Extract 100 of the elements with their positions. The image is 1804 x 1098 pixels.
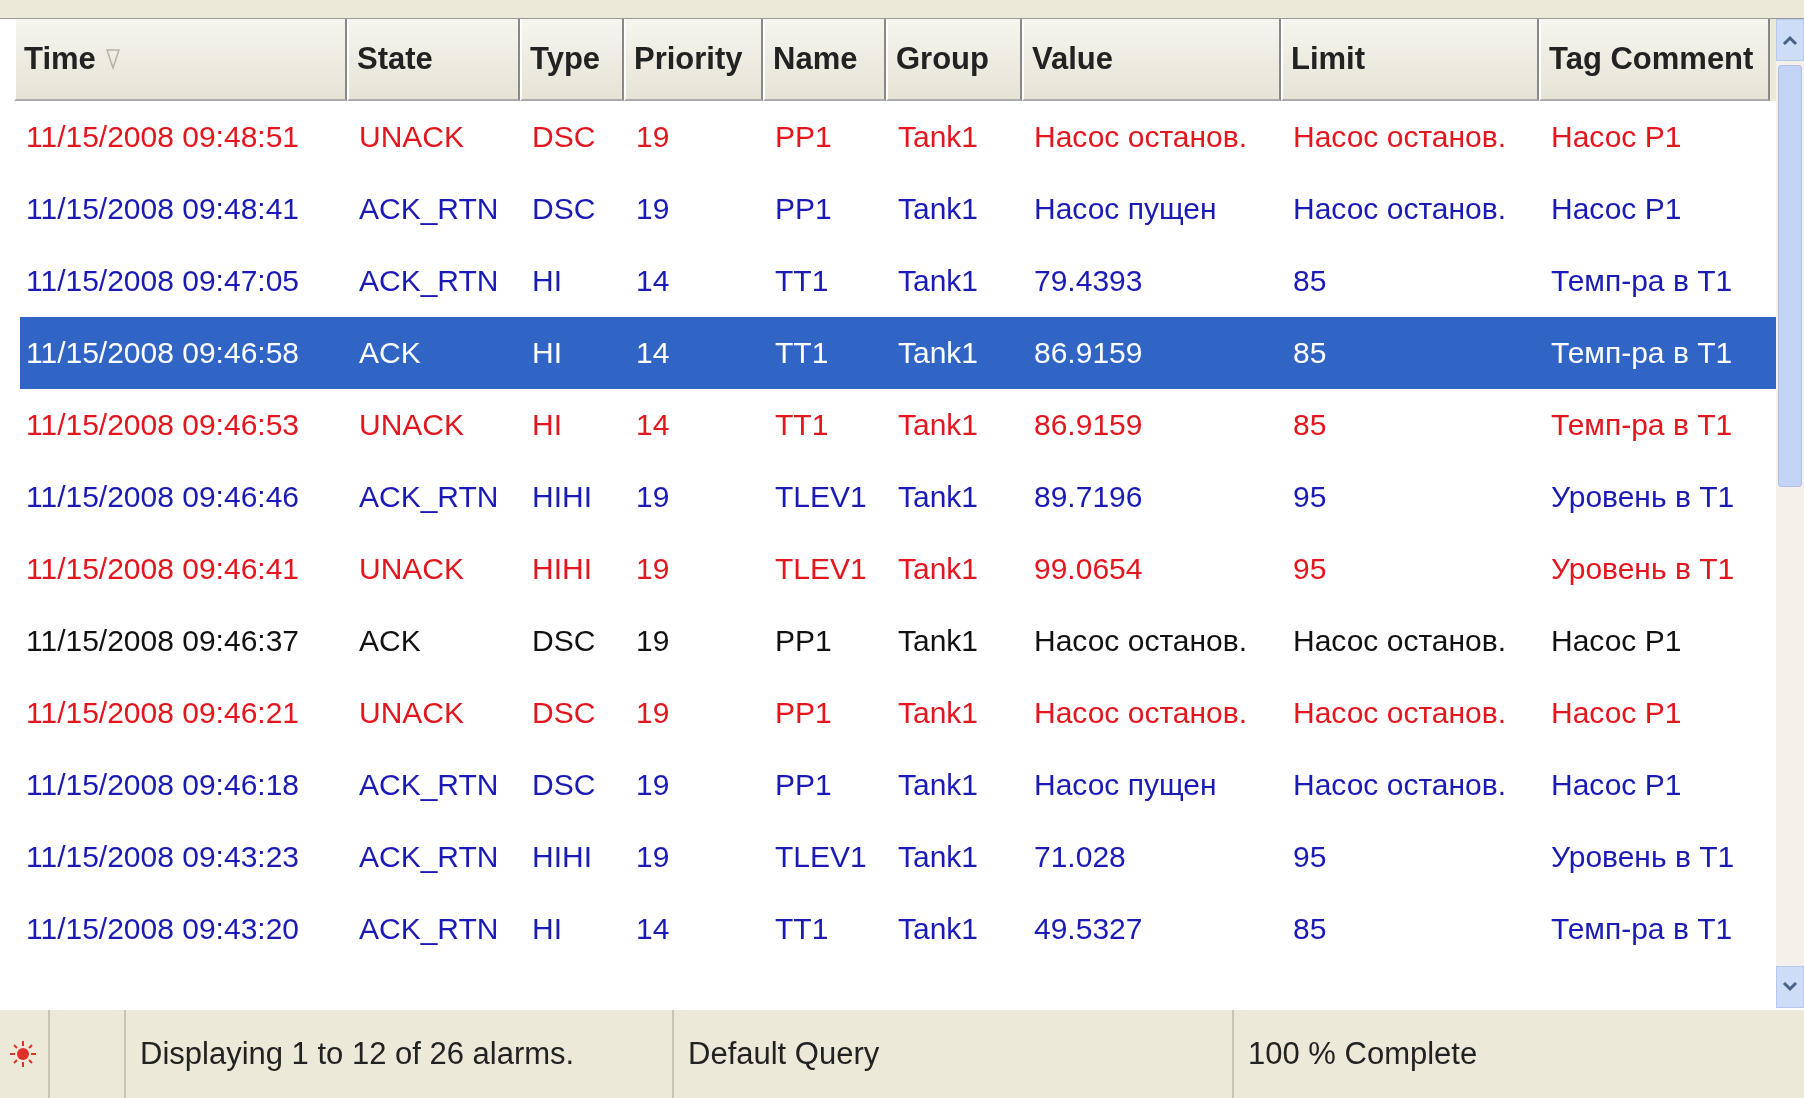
table-cell-text: TT1 [774, 408, 830, 442]
table-cell-text: 19 [635, 696, 671, 730]
table-cell-text: TT1 [774, 336, 830, 370]
table-cell-text: 11/15/2008 09:46:21 [25, 696, 301, 730]
table-cell-text: 49.5327 [1033, 912, 1144, 946]
table-cell-text: HI [531, 336, 563, 370]
table-cell-text: HI [531, 912, 563, 946]
table-cell-text: 95 [1292, 480, 1328, 514]
column-header[interactable]: Priority [624, 19, 763, 101]
table-cell-text: 11/15/2008 09:46:18 [25, 768, 301, 802]
table-cell-text: UNACK [358, 696, 465, 730]
alarm-row[interactable]: 11/15/2008 09:46:46 ACK_RTN HIHI 19 TLEV1 Tank1 89.7196 95 Уровень в T1 [20, 461, 1776, 533]
table-cell-text: ACK_RTN [358, 912, 500, 946]
table-cell-text: 19 [635, 624, 671, 658]
table-cell-text: 14 [635, 264, 671, 298]
table-cell-text: UNACK [358, 120, 465, 154]
column-header[interactable]: Type [520, 19, 624, 101]
table-cell-text: PP1 [774, 624, 833, 658]
table-cell-text: TLEV1 [774, 480, 868, 514]
table-cell-text: Насос останов. [1033, 696, 1248, 730]
progress-text: 100 % Complete [1248, 1036, 1478, 1072]
table-cell-text: 14 [635, 408, 671, 442]
table-cell-text: Tank1 [897, 624, 980, 658]
table-cell-text: 11/15/2008 09:46:41 [25, 552, 301, 586]
table-cell-text: DSC [531, 120, 597, 154]
table-cell-text: UNACK [358, 552, 465, 586]
table-cell-text: 11/15/2008 09:46:46 [25, 480, 301, 514]
scrollbar-thumb[interactable] [1778, 65, 1802, 487]
table-cell-text: 11/15/2008 09:48:51 [25, 120, 301, 154]
table-cell-text: 95 [1292, 552, 1328, 586]
table-cell-text: PP1 [774, 120, 833, 154]
table-cell-text: Tank1 [897, 408, 980, 442]
table-cell-text: Темп-ра в T1 [1550, 912, 1734, 946]
alarm-row[interactable]: 11/15/2008 09:47:05 ACK_RTN HI 14 TT1 Tank1 79.4393 85 Темп-ра в T1 [20, 245, 1776, 317]
column-header[interactable]: Name [763, 19, 886, 101]
alarm-row[interactable]: 11/15/2008 09:46:53 UNACK HI 14 TT1 Tank1 86.9159 85 Темп-ра в T1 [20, 389, 1776, 461]
table-cell-text: HI [531, 408, 563, 442]
table-cell-text: 19 [635, 840, 671, 874]
table-cell-text: 11/15/2008 09:47:05 [25, 264, 301, 298]
table-cell-text: 89.7196 [1033, 480, 1144, 514]
table-cell-text: Насос останов. [1292, 192, 1507, 226]
table-cell-text: Насос P1 [1550, 768, 1683, 802]
table-cell-text: Насос P1 [1550, 192, 1683, 226]
table-cell-text: 19 [635, 120, 671, 154]
alarm-row[interactable]: 11/15/2008 09:43:23 ACK_RTN HIHI 19 TLEV1 Tank1 71.028 95 Уровень в T1 [20, 821, 1776, 893]
table-cell-text: Tank1 [897, 840, 980, 874]
table-cell-text: Tank1 [897, 192, 980, 226]
alarm-row[interactable]: 11/15/2008 09:46:58 ACK HI 14 TT1 Tank1 86.9159 85 Темп-ра в T1 [20, 317, 1776, 389]
table-cell-text: DSC [531, 192, 597, 226]
table-cell-text: ACK_RTN [358, 192, 500, 226]
table-cell-text: DSC [531, 624, 597, 658]
table-cell-text: 95 [1292, 840, 1328, 874]
table-cell-text: 85 [1292, 408, 1328, 442]
table-cell-text: Насос останов. [1033, 120, 1248, 154]
table-cell-text: TT1 [774, 264, 830, 298]
table-cell-text: ACK_RTN [358, 840, 500, 874]
scroll-down-button[interactable] [1776, 966, 1804, 1008]
table-cell-text: PP1 [774, 696, 833, 730]
table-cell-text: 71.028 [1033, 840, 1127, 874]
alarm-row[interactable]: 11/15/2008 09:46:18 ACK_RTN DSC 19 PP1 Tank1 Насос пущен Насос останов. Насос P1 [20, 749, 1776, 821]
table-cell-text: Tank1 [897, 912, 980, 946]
table-cell-text: 11/15/2008 09:48:41 [25, 192, 301, 226]
scroll-up-button[interactable] [1776, 19, 1804, 61]
table-cell-text: PP1 [774, 192, 833, 226]
table-cell-text: Уровень в T1 [1550, 840, 1736, 874]
column-header[interactable]: Value [1022, 19, 1281, 101]
table-cell-text: 19 [635, 552, 671, 586]
alarm-row[interactable]: 11/15/2008 09:48:41 ACK_RTN DSC 19 PP1 Tank1 Насос пущен Насос останов. Насос P1 [20, 173, 1776, 245]
alarm-row[interactable]: 11/15/2008 09:46:21 UNACK DSC 19 PP1 Tank1 Насос останов. Насос останов. Насос P1 [20, 677, 1776, 749]
query-name: Default Query [688, 1036, 880, 1072]
alarm-light-icon [8, 1039, 38, 1069]
table-cell-text: 11/15/2008 09:46:58 [25, 336, 301, 370]
table-cell-text: Насос останов. [1292, 768, 1507, 802]
table-cell-text: DSC [531, 696, 597, 730]
alarm-row[interactable]: 11/15/2008 09:43:20 ACK_RTN HI 14 TT1 Tank1 49.5327 85 Темп-ра в T1 [20, 893, 1776, 965]
table-cell-text: Tank1 [897, 696, 980, 730]
table-cell-text: Насос останов. [1292, 624, 1507, 658]
column-header[interactable]: State [347, 19, 520, 101]
table-cell-text: 79.4393 [1033, 264, 1144, 298]
table-cell-text: Tank1 [897, 768, 980, 802]
column-header[interactable]: Time [14, 19, 347, 101]
table-cell-text: 11/15/2008 09:43:20 [25, 912, 301, 946]
table-cell-text: HI [531, 264, 563, 298]
table-cell-text: DSC [531, 768, 597, 802]
table-cell-text: Tank1 [897, 120, 980, 154]
table-cell-text: 85 [1292, 264, 1328, 298]
table-cell-text: 99.0654 [1033, 552, 1144, 586]
table-cell-text: PP1 [774, 768, 833, 802]
table-cell-text: Уровень в T1 [1550, 552, 1736, 586]
column-header[interactable]: Limit [1281, 19, 1539, 101]
table-cell-text: Насос останов. [1033, 624, 1248, 658]
column-header[interactable]: Tag Comment [1539, 19, 1770, 101]
alarm-row[interactable]: 11/15/2008 09:48:51 UNACK DSC 19 PP1 Tank1 Насос останов. Насос останов. Насос P1 [20, 101, 1776, 173]
table-cell-text: TT1 [774, 912, 830, 946]
alarm-row[interactable]: 11/15/2008 09:46:37 ACK DSC 19 PP1 Tank1 Насос останов. Насос останов. Насос P1 [20, 605, 1776, 677]
column-header[interactable]: Group [886, 19, 1022, 101]
table-cell-text: ACK_RTN [358, 768, 500, 802]
table-cell-text: Темп-ра в T1 [1550, 408, 1734, 442]
alarm-row[interactable]: 11/15/2008 09:46:41 UNACK HIHI 19 TLEV1 Tank1 99.0654 95 Уровень в T1 [20, 533, 1776, 605]
table-cell-text: Tank1 [897, 480, 980, 514]
